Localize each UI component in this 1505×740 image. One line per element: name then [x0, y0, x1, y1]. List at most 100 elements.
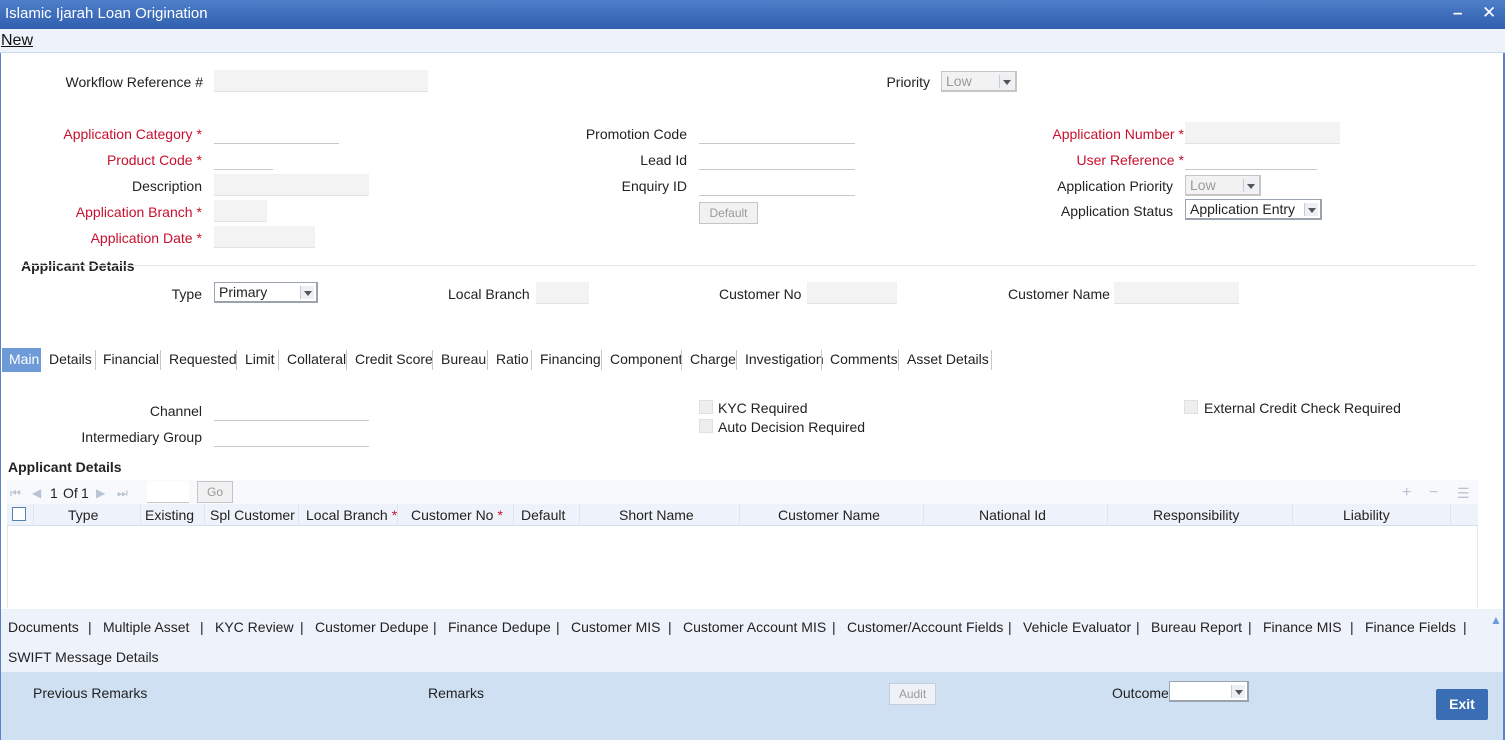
- application-branch-input[interactable]: [214, 200, 267, 222]
- close-icon[interactable]: ✕: [1482, 3, 1496, 23]
- tab-separator: [432, 350, 433, 370]
- applicant-type-select[interactable]: Primary: [214, 282, 318, 303]
- previous-page-icon[interactable]: ◀: [32, 486, 41, 500]
- application-number-label: Application Number *: [1052, 126, 1184, 142]
- column-type: Type: [68, 507, 99, 523]
- link-bureau-report[interactable]: Bureau Report: [1151, 619, 1242, 635]
- local-branch-input[interactable]: [536, 282, 589, 304]
- description-label: Description: [131, 178, 202, 194]
- column-default: Default: [521, 507, 566, 523]
- tab-bureau[interactable]: Bureau: [434, 348, 493, 372]
- add-row-icon[interactable]: +: [1402, 484, 1411, 502]
- application-status-select[interactable]: Application Entry: [1185, 199, 1322, 220]
- tab-separator: [487, 350, 488, 370]
- enquiry-id-label: Enquiry ID: [621, 178, 687, 194]
- application-status-label: Application Status: [1060, 203, 1173, 219]
- column-responsibility: Responsibility: [1153, 507, 1240, 523]
- first-page-icon[interactable]: ⏮: [10, 486, 21, 501]
- default-button[interactable]: Default: [699, 202, 758, 224]
- application-category-input[interactable]: [214, 122, 339, 144]
- tab-investigation[interactable]: Investigation: [738, 348, 831, 372]
- column-separator: [1292, 504, 1293, 526]
- chevron-down-icon: [1231, 685, 1245, 698]
- customer-no-input[interactable]: [807, 282, 897, 304]
- link-separator: |: [832, 619, 836, 635]
- column-separator: [33, 504, 34, 526]
- tab-financial[interactable]: Financial: [96, 348, 166, 372]
- external-credit-checkbox[interactable]: [1184, 400, 1198, 414]
- workflow-reference-input[interactable]: [214, 70, 428, 92]
- kyc-required-checkbox[interactable]: [699, 400, 713, 414]
- tab-separator: [278, 350, 279, 370]
- previous-remarks-link[interactable]: Previous Remarks: [33, 685, 147, 701]
- tab-main[interactable]: Main: [2, 348, 41, 372]
- link-kyc-review[interactable]: KYC Review: [215, 619, 294, 635]
- column-local-branch: Local Branch *: [306, 507, 398, 523]
- promotion-code-input[interactable]: [699, 122, 855, 144]
- tab-separator: [346, 350, 347, 370]
- kyc-required-label: KYC Required: [718, 400, 808, 416]
- link-multiple-asset[interactable]: Multiple Asset: [103, 619, 189, 635]
- tab-separator: [236, 350, 237, 370]
- outcome-select[interactable]: [1169, 681, 1249, 702]
- priority-select[interactable]: Low: [941, 71, 1017, 92]
- tab-financing[interactable]: Financing: [533, 348, 608, 372]
- link-documents[interactable]: Documents: [8, 619, 79, 635]
- description-input[interactable]: [214, 174, 369, 196]
- tab-collateral[interactable]: Collateral: [280, 348, 353, 372]
- tab-charge[interactable]: Charge: [683, 348, 743, 372]
- audit-button[interactable]: Audit: [889, 683, 936, 705]
- link-customer-account-mis[interactable]: Customer Account MIS: [683, 619, 826, 635]
- next-page-icon[interactable]: ▶: [96, 486, 105, 500]
- link-separator: |: [200, 619, 204, 635]
- minimize-icon[interactable]: –: [1453, 3, 1462, 23]
- select-all-checkbox[interactable]: [12, 507, 26, 521]
- column-separator: [1107, 504, 1108, 526]
- lead-id-input[interactable]: [699, 148, 855, 170]
- tab-component[interactable]: Component: [603, 348, 689, 372]
- link-customer-account-fields[interactable]: Customer/Account Fields: [847, 619, 1003, 635]
- application-number-input[interactable]: [1185, 122, 1340, 144]
- link-customer-mis[interactable]: Customer MIS: [571, 619, 660, 635]
- new-link[interactable]: New: [1, 32, 33, 50]
- column-liability: Liability: [1343, 507, 1390, 523]
- channel-input[interactable]: [214, 399, 369, 421]
- single-view-icon[interactable]: ☰: [1457, 485, 1470, 502]
- tab-requested[interactable]: Requested: [162, 348, 244, 372]
- intermediary-group-input[interactable]: [214, 425, 369, 447]
- scroll-up-icon[interactable]: ▲: [1490, 613, 1502, 627]
- go-button[interactable]: Go: [197, 481, 233, 503]
- auto-decision-checkbox[interactable]: [699, 419, 713, 433]
- link-separator: |: [1463, 619, 1467, 635]
- last-page-icon[interactable]: ⏭: [117, 486, 128, 501]
- enquiry-id-input[interactable]: [699, 174, 855, 196]
- tab-asset-details[interactable]: Asset Details: [900, 348, 996, 372]
- exit-button[interactable]: Exit: [1436, 689, 1488, 720]
- tab-limit[interactable]: Limit: [238, 348, 282, 372]
- subsystem-links-bar: Documents | Multiple Asset | KYC Review …: [1, 609, 1503, 672]
- link-customer-dedupe[interactable]: Customer Dedupe: [315, 619, 429, 635]
- link-finance-fields[interactable]: Finance Fields: [1365, 619, 1456, 635]
- application-date-input[interactable]: [214, 226, 315, 248]
- tab-separator: [681, 350, 682, 370]
- tab-ratio[interactable]: Ratio: [489, 348, 536, 372]
- outcome-label: Outcome: [1112, 685, 1169, 701]
- local-branch-label: Local Branch: [448, 286, 530, 302]
- tab-details[interactable]: Details: [42, 348, 99, 372]
- user-reference-input[interactable]: [1185, 148, 1317, 170]
- application-priority-label: Application Priority: [1057, 178, 1173, 194]
- tab-comments[interactable]: Comments: [823, 348, 905, 372]
- customer-name-input[interactable]: [1114, 282, 1239, 304]
- page-number-input[interactable]: [147, 481, 189, 503]
- link-vehicle-evaluator[interactable]: Vehicle Evaluator: [1023, 619, 1131, 635]
- remarks-link[interactable]: Remarks: [428, 685, 484, 701]
- tab-credit-score[interactable]: Credit Score: [348, 348, 440, 372]
- link-separator: |: [433, 619, 437, 635]
- application-priority-select[interactable]: Low: [1185, 175, 1261, 196]
- link-finance-mis[interactable]: Finance MIS: [1263, 619, 1342, 635]
- link-swift-message-details[interactable]: SWIFT Message Details: [8, 649, 159, 665]
- tab-separator: [531, 350, 532, 370]
- product-code-input[interactable]: [214, 148, 273, 170]
- delete-row-icon[interactable]: −: [1429, 484, 1438, 502]
- link-finance-dedupe[interactable]: Finance Dedupe: [448, 619, 551, 635]
